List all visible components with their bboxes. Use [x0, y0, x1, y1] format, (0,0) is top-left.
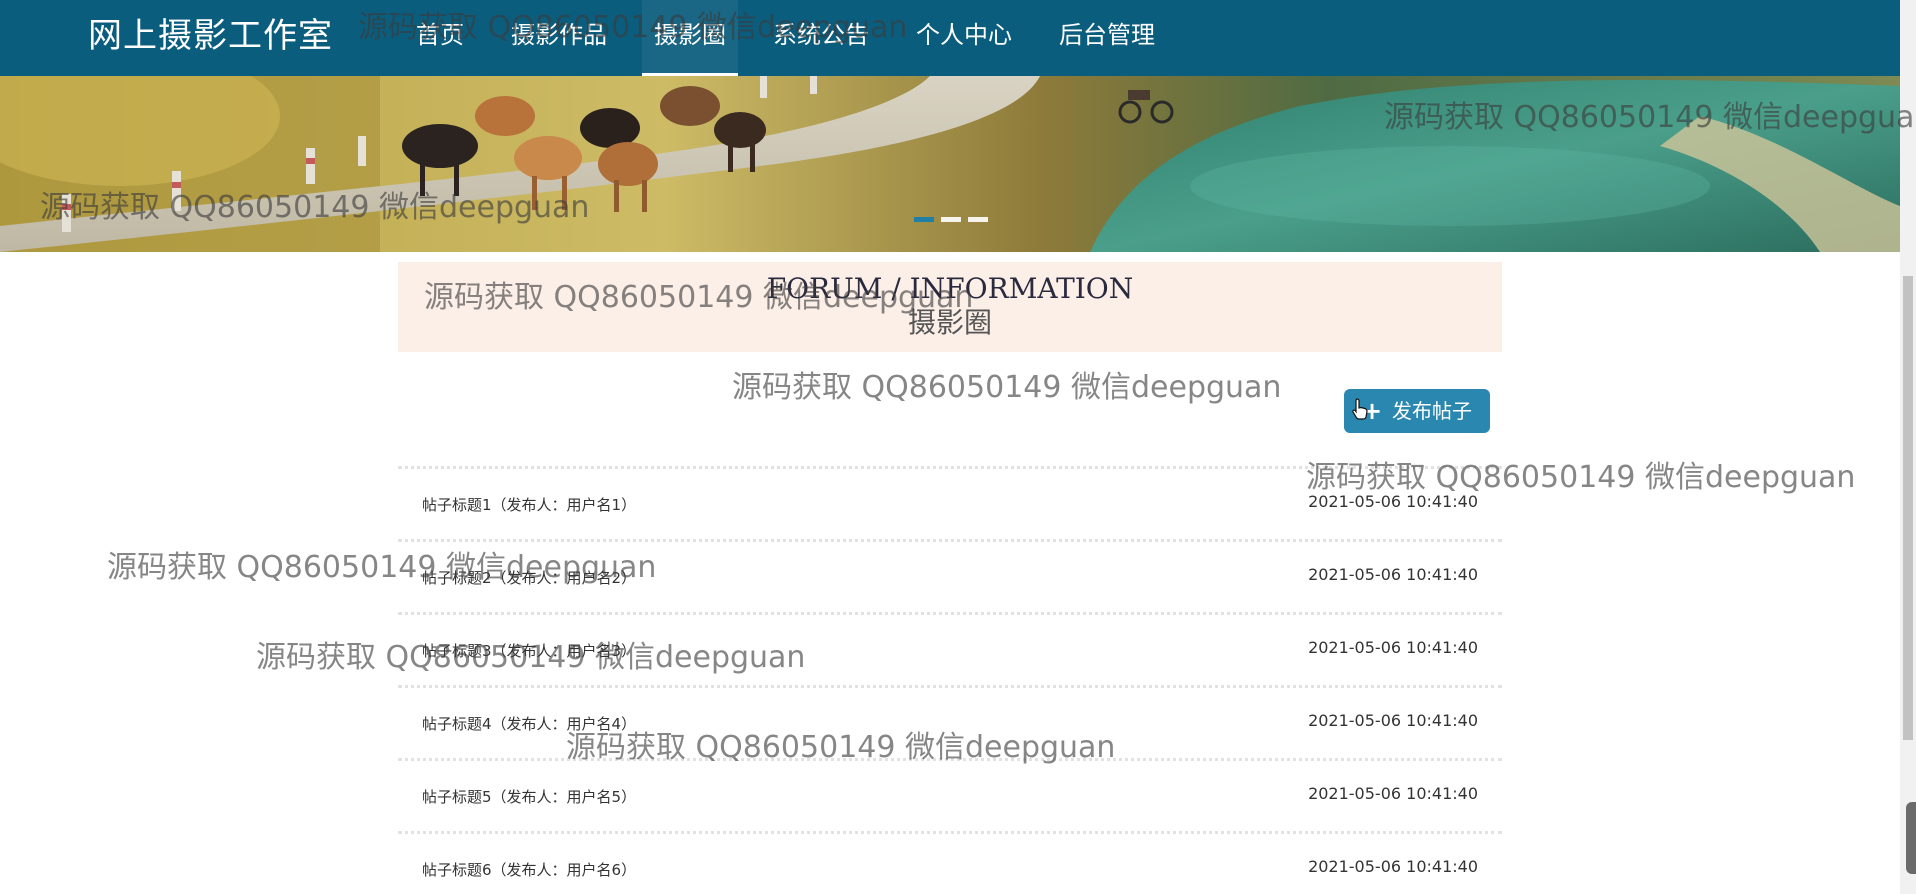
nav-item-works[interactable]: 摄影作品	[499, 0, 619, 76]
publish-post-label: 发布帖子	[1392, 399, 1473, 423]
section-title-en: FORUM / INFORMATION	[766, 272, 1134, 305]
page: 网上摄影工作室 首页 摄影作品 摄影圈 系统公告 个人中心 后台管理 FORUM…	[0, 0, 1916, 894]
post-time: 2021-05-06 10:41:40	[1308, 638, 1478, 657]
nav-item-home[interactable]: 首页	[404, 0, 476, 76]
post-time: 2021-05-06 10:41:40	[1308, 857, 1478, 876]
post-row[interactable]: 帖子标题6（发布人：用户名6） 2021-05-06 10:41:40	[398, 834, 1502, 894]
post-title[interactable]: 帖子标题1（发布人：用户名1）	[422, 494, 636, 515]
post-time: 2021-05-06 10:41:40	[1308, 565, 1478, 584]
site-brand[interactable]: 网上摄影工作室	[88, 14, 333, 58]
post-title[interactable]: 帖子标题4（发布人：用户名4）	[422, 713, 636, 734]
post-time: 2021-05-06 10:41:40	[1308, 711, 1478, 730]
banner-carousel[interactable]	[0, 76, 1900, 252]
nav-item-profile[interactable]: 个人中心	[904, 0, 1024, 76]
post-row[interactable]: 帖子标题5（发布人：用户名5） 2021-05-06 10:41:40	[398, 761, 1502, 834]
carousel-dot-2[interactable]	[941, 217, 961, 222]
top-navbar: 网上摄影工作室 首页 摄影作品 摄影圈 系统公告 个人中心 后台管理	[0, 0, 1900, 76]
post-title[interactable]: 帖子标题3（发布人：用户名3）	[422, 640, 636, 661]
side-floating-tab[interactable]	[1906, 802, 1916, 874]
post-time: 2021-05-06 10:41:40	[1308, 492, 1478, 511]
post-title[interactable]: 帖子标题2（发布人：用户名2）	[422, 567, 636, 588]
post-title[interactable]: 帖子标题6（发布人：用户名6）	[422, 859, 636, 880]
post-row[interactable]: 帖子标题1（发布人：用户名1） 2021-05-06 10:41:40	[398, 469, 1502, 542]
carousel-dot-1[interactable]	[914, 217, 934, 222]
hand-cursor-icon	[1352, 398, 1368, 420]
post-list: 帖子标题1（发布人：用户名1） 2021-05-06 10:41:40 帖子标题…	[398, 466, 1502, 894]
banner-image	[0, 76, 1900, 252]
section-title-cn: 摄影圈	[907, 306, 992, 339]
post-row[interactable]: 帖子标题2（发布人：用户名2） 2021-05-06 10:41:40	[398, 542, 1502, 615]
carousel-dot-3[interactable]	[968, 217, 988, 222]
post-row[interactable]: 帖子标题4（发布人：用户名4） 2021-05-06 10:41:40	[398, 688, 1502, 761]
section-header: FORUM / INFORMATION 摄影圈	[398, 262, 1502, 352]
scrollbar-thumb[interactable]	[1903, 276, 1913, 740]
vertical-scrollbar[interactable]	[1900, 0, 1916, 894]
carousel-indicators	[914, 217, 988, 222]
nav-item-announcements[interactable]: 系统公告	[761, 0, 881, 76]
post-time: 2021-05-06 10:41:40	[1308, 784, 1478, 803]
post-row[interactable]: 帖子标题3（发布人：用户名3） 2021-05-06 10:41:40	[398, 615, 1502, 688]
post-title[interactable]: 帖子标题5（发布人：用户名5）	[422, 786, 636, 807]
watermark-text: 源码获取 QQ86050149 微信deepguan	[732, 370, 1282, 405]
nav-item-forum[interactable]: 摄影圈	[642, 0, 738, 76]
nav-menu: 首页 摄影作品 摄影圈 系统公告 个人中心 后台管理	[404, 0, 1190, 76]
nav-item-admin[interactable]: 后台管理	[1047, 0, 1167, 76]
